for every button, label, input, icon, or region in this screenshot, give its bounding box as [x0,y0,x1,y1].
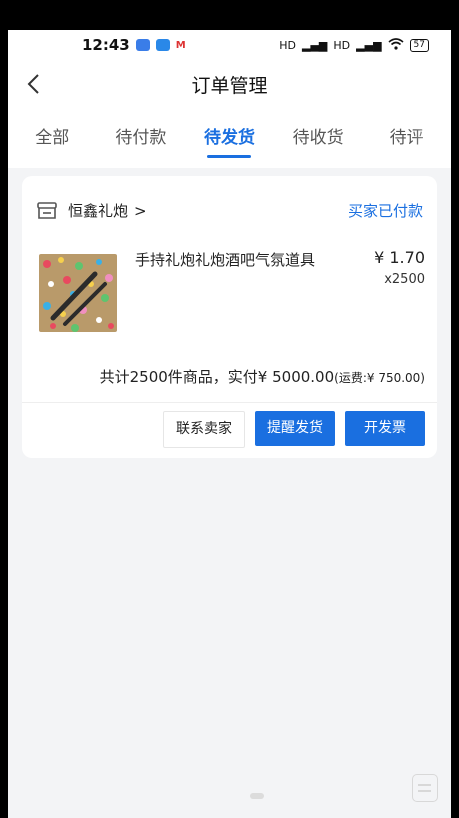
shop-name[interactable]: 恒鑫礼炮 [68,200,128,221]
app-notification-icon [155,39,170,51]
home-indicator[interactable] [250,793,264,799]
signal-label: HD [333,38,351,52]
tab-all[interactable]: 全部 [8,108,97,168]
store-icon [36,201,58,221]
wifi-icon [388,37,404,53]
signal-icon: ▂▄▆ [356,38,382,52]
order-actions: 联系卖家 提醒发货 开发票 [163,411,425,448]
signal-label: HD [279,38,297,52]
product-quantity: x2500 [384,272,425,287]
summary-text: 共计2500件商品，实付¥ 5000.00 [99,368,335,386]
status-bar: 12:43 M HD ▂▄▆ HD ▂▄▆ 57 [8,30,451,60]
divider [22,402,437,403]
product-price: ¥ 1.70 [374,248,425,267]
order-card: 恒鑫礼炮 > 买家已付款 手持礼炮礼炮酒吧气氛道具 ¥ 1.70 x2500 共… [22,176,437,458]
tab-pending-receipt[interactable]: 待收货 [274,108,363,168]
chevron-right-icon[interactable]: > [134,202,147,220]
product-name[interactable]: 手持礼炮礼炮酒吧气氛道具 [135,249,315,270]
page-title: 订单管理 [191,74,268,97]
chevron-left-icon[interactable] [24,72,44,96]
nav-bar: 订单管理 [8,60,451,108]
mail-icon: M [175,39,186,51]
remind-ship-button[interactable]: 提醒发货 [255,411,335,446]
menu-icon[interactable] [412,774,438,802]
contact-seller-button[interactable]: 联系卖家 [163,411,245,448]
product-image[interactable] [39,254,117,332]
shop-row: 恒鑫礼炮 > 买家已付款 [36,200,423,221]
tab-pending-payment[interactable]: 待付款 [97,108,186,168]
app-notification-icon [135,39,150,51]
battery-icon: 57 [409,38,429,52]
order-summary: 共计2500件商品，实付¥ 5000.00(运费:¥ 750.00) [100,366,425,387]
shipping-fee: (运费:¥ 750.00) [334,371,425,385]
tabs-fade [411,108,451,168]
order-tabs: 全部 待付款 待发货 待收货 待评 [8,108,451,168]
invoice-button[interactable]: 开发票 [345,411,425,446]
tab-pending-shipment[interactable]: 待发货 [185,108,274,168]
order-status: 买家已付款 [347,202,423,220]
status-time: 12:43 [82,36,130,54]
status-right: HD ▂▄▆ HD ▂▄▆ 57 [279,37,429,53]
signal-icon: ▂▄▆ [302,38,328,52]
phone-screen: 12:43 M HD ▂▄▆ HD ▂▄▆ 57 订单管理 全部 待付款 待发货… [8,30,451,818]
